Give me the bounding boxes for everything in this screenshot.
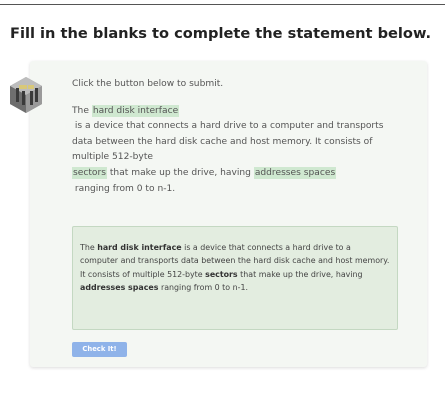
answer-text: ranging from 0 to n-1.: [160, 283, 248, 293]
exercise-content: Click the button below to submit. The ha…: [72, 77, 400, 197]
check-it-button[interactable]: Check It!: [72, 342, 127, 357]
blank-1[interactable]: hard disk interface: [91, 104, 180, 117]
statement-line-3: data between the hard disk cache and hos…: [72, 136, 373, 147]
answer-text: The: [80, 243, 95, 252]
answer-feedback-box: The hard disk interface is a device that…: [72, 226, 398, 330]
instruction-text: Click the button below to submit.: [72, 79, 224, 89]
statement-text-5: that make up the drive, having: [109, 167, 251, 178]
statement-line-1: The hard disk interface: [72, 104, 400, 120]
statement-line-4: multiple 512-byte: [72, 152, 153, 163]
blank-2[interactable]: sectors: [72, 166, 107, 179]
blank-3[interactable]: addresses spaces: [253, 166, 337, 179]
statement-text-2: is a device that connects a hard drive t…: [74, 121, 384, 132]
statement-line-5: sectors that make up the drive, having a…: [72, 166, 400, 182]
answer-term: addresses spaces: [80, 283, 159, 293]
top-divider: [0, 4, 445, 5]
hard-disk-icon: [6, 73, 46, 117]
answer-term: hard disk interface: [97, 243, 182, 252]
statement-text-6: ranging from 0 to n-1.: [74, 183, 176, 194]
answer-paragraph-2: It consists of multiple 512-byte sectors…: [80, 268, 390, 295]
answer-text: that make up the drive, having: [240, 269, 363, 279]
statement-prefix: The: [72, 105, 89, 116]
answer-paragraph-1: The hard disk interface is a device that…: [80, 241, 390, 268]
statement-line-2: is a device that connects a hard drive t…: [72, 119, 400, 135]
statement-line-6: ranging from 0 to n-1.: [72, 182, 400, 198]
answer-text: It consists of multiple 512-byte: [80, 269, 203, 279]
answer-term: sectors: [205, 269, 238, 279]
page-title: Fill in the blanks to complete the state…: [10, 25, 432, 42]
